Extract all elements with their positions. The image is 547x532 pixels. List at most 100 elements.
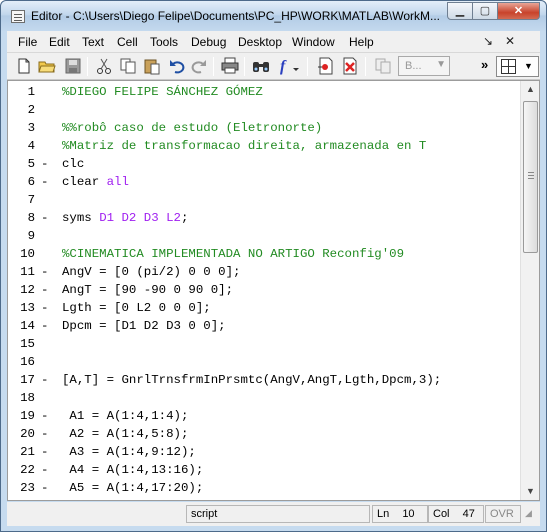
code-line[interactable]: 4 %Matriz de transformacao direita, armaz… (8, 137, 520, 155)
menu-desktop[interactable]: Desktop (238, 35, 282, 49)
vertical-scrollbar[interactable]: ▲ ▼ (520, 81, 539, 500)
status-column-value: 47 (462, 508, 475, 520)
breakpoint-marker[interactable]: - (41, 461, 48, 479)
menu-text[interactable]: Text (82, 35, 104, 49)
breakpoint-marker[interactable]: - (41, 479, 48, 497)
close-button[interactable]: ✕ (497, 2, 540, 20)
redo-icon[interactable] (190, 57, 208, 75)
menu-help[interactable]: Help (349, 35, 374, 49)
code-line[interactable]: 10 %CINEMATICA IMPLEMENTADA NO ARTIGO Rec… (8, 245, 520, 263)
window-title: Editor - C:\Users\Diego Felipe\Documents… (31, 9, 439, 23)
code-line[interactable]: 18 (8, 389, 520, 407)
editor-app-icon (11, 10, 25, 23)
line-number: 10 (20, 247, 35, 261)
code-line[interactable]: 1 %DIEGO FELIPE SÁNCHEZ GÓMEZ (8, 83, 520, 101)
code-text: [A,T] = GnrlTrnsfrmInPrsmtc(AngV,AngT,Lg… (62, 371, 441, 389)
comment-token: %CINEMATICA IMPLEMENTADA NO ARTIGO Recon… (62, 247, 405, 261)
breakpoint-marker[interactable]: - (41, 155, 48, 173)
status-line-label: Ln (377, 508, 390, 520)
code-line[interactable]: 6- clear all (8, 173, 520, 191)
toolbar: f B... ▼ » ▼ (7, 53, 540, 80)
breakpoint-marker[interactable]: - (41, 209, 48, 227)
undock-icon[interactable]: ↘ (483, 34, 493, 48)
code-text: %CINEMATICA IMPLEMENTADA NO ARTIGO Recon… (62, 245, 404, 263)
maximize-button[interactable]: ▢ (472, 2, 498, 20)
menu-debug[interactable]: Debug (191, 35, 226, 49)
line-number: 4 (27, 139, 35, 153)
breakpoint-marker[interactable]: - (41, 299, 48, 317)
code-line[interactable]: 12- AngT = [90 -90 0 90 0]; (8, 281, 520, 299)
code-line[interactable]: 13- Lgth = [0 L2 0 0 0]; (8, 299, 520, 317)
code-line[interactable]: 11- AngV = [0 (pi/2) 0 0 0]; (8, 263, 520, 281)
code-line[interactable]: 8- syms D1 D2 D3 L2; (8, 209, 520, 227)
code-token: [A,T] = GnrlTrnsfrmInPrsmtc(AngV,AngT,Lg… (62, 373, 442, 387)
close-document-icon[interactable]: ✕ (505, 34, 515, 48)
code-line[interactable]: 7 (8, 191, 520, 209)
paste-icon[interactable] (143, 57, 161, 75)
line-number: 9 (27, 229, 35, 243)
breakpoint-marker[interactable]: - (41, 263, 48, 281)
scroll-up-arrow-icon[interactable]: ▲ (523, 82, 538, 97)
code-text: %Matriz de transformacao direita, armaze… (62, 137, 426, 155)
open-folder-icon[interactable] (38, 57, 56, 75)
code-line[interactable]: 15 (8, 335, 520, 353)
breakpoint-marker[interactable]: - (41, 173, 48, 191)
menu-edit[interactable]: Edit (49, 35, 70, 49)
code-text: A2 = A(1:4,5:8); (62, 425, 188, 443)
breakpoint-marker[interactable]: - (41, 371, 48, 389)
status-column-label: Col (433, 508, 450, 520)
toolbar-overflow-icon[interactable]: » (481, 57, 488, 72)
code-token: Dpcm = [D1 D2 D3 0 0]; (62, 319, 226, 333)
menu-bar: File Edit Text Cell Tools Debug Desktop … (7, 31, 540, 53)
print-icon[interactable] (221, 57, 239, 75)
code-line[interactable]: 3 %%robô caso de estudo (Eletronorte) (8, 119, 520, 137)
clear-breakpoint-icon[interactable] (341, 57, 359, 75)
title-bar[interactable]: Editor - C:\Users\Diego Felipe\Documents… (1, 1, 546, 31)
code-line[interactable]: 23- A5 = A(1:4,17:20); (8, 479, 520, 497)
line-number: 22 (20, 463, 35, 477)
breakpoint-marker[interactable]: - (41, 281, 48, 299)
code-line[interactable]: 14- Dpcm = [D1 D2 D3 0 0]; (8, 317, 520, 335)
set-breakpoint-icon[interactable] (317, 57, 335, 75)
scroll-down-arrow-icon[interactable]: ▼ (523, 484, 538, 499)
breakpoint-marker[interactable]: - (41, 425, 48, 443)
breakpoint-marker[interactable]: - (41, 407, 48, 425)
save-icon[interactable] (64, 57, 82, 75)
code-line[interactable]: 9 (8, 227, 520, 245)
breakpoint-marker[interactable]: - (41, 443, 48, 461)
find-icon[interactable] (252, 57, 270, 75)
resize-grip-icon[interactable]: ◢ (525, 508, 537, 520)
line-number: 19 (20, 409, 35, 423)
function-icon[interactable]: f (277, 57, 303, 75)
undo-icon[interactable] (168, 57, 186, 75)
new-file-icon[interactable] (15, 57, 33, 75)
code-line[interactable]: 21- A3 = A(1:4,9:12); (8, 443, 520, 461)
code-line[interactable]: 22- A4 = A(1:4,13:16); (8, 461, 520, 479)
code-line[interactable]: 19- A1 = A(1:4,1:4); (8, 407, 520, 425)
toolbar-separator (87, 57, 88, 76)
code-line[interactable]: 17- [A,T] = GnrlTrnsfrmInPrsmtc(AngV,AngT… (8, 371, 520, 389)
menu-window[interactable]: Window (292, 35, 335, 49)
code-text: A4 = A(1:4,13:16); (62, 461, 203, 479)
code-line[interactable]: 5- clc (8, 155, 520, 173)
code-line[interactable]: 16 (8, 353, 520, 371)
minimize-button[interactable]: ▁ (447, 2, 473, 20)
menu-tools[interactable]: Tools (150, 35, 178, 49)
menu-cell[interactable]: Cell (117, 35, 138, 49)
stack-icon[interactable] (374, 57, 392, 75)
menu-file[interactable]: File (18, 35, 37, 49)
chevron-down-icon: ▼ (436, 59, 446, 70)
code-line[interactable]: 20- A2 = A(1:4,5:8); (8, 425, 520, 443)
stack-dropdown[interactable]: B... ▼ (398, 56, 450, 76)
status-line: Ln 10 (372, 505, 428, 523)
code-token: A5 = A(1:4,17:20); (62, 481, 204, 495)
code-line[interactable]: 2 (8, 101, 520, 119)
line-number: 5 (27, 157, 35, 171)
code-text: A1 = A(1:4,1:4); (62, 407, 188, 425)
copy-icon[interactable] (119, 57, 137, 75)
layout-button[interactable]: ▼ (496, 56, 539, 77)
cut-icon[interactable] (95, 57, 113, 75)
code-editor[interactable]: 1 %DIEGO FELIPE SÁNCHEZ GÓMEZ 2 3 %%robô cas… (7, 80, 540, 501)
breakpoint-marker[interactable]: - (41, 317, 48, 335)
scrollbar-thumb[interactable] (523, 101, 538, 253)
